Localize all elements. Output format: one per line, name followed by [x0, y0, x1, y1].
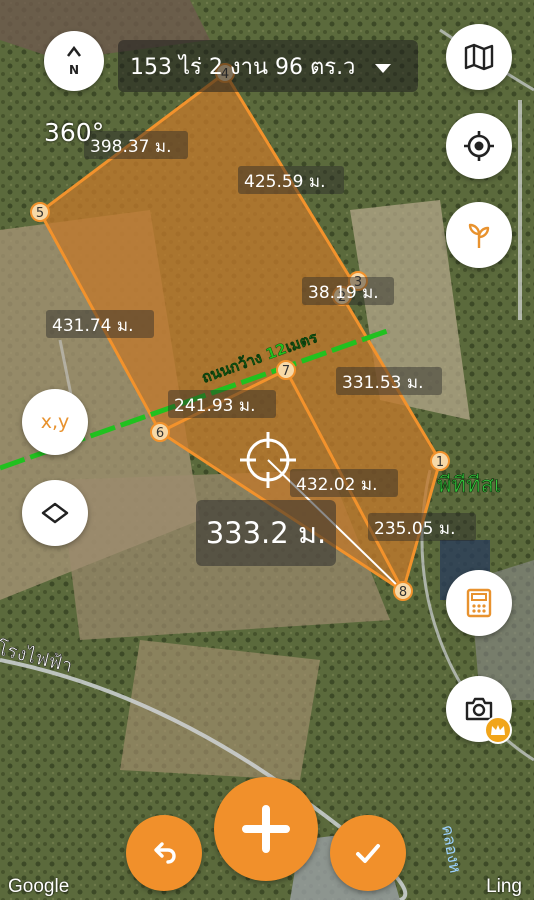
svg-text:5: 5 — [36, 206, 44, 221]
svg-text:38.19 ม.: 38.19 ม. — [308, 283, 379, 303]
vertex-6[interactable]: 6 — [150, 422, 170, 442]
undo-icon — [154, 842, 176, 864]
my-location-button[interactable] — [446, 113, 512, 179]
svg-text:331.53 ม.: 331.53 ม. — [342, 373, 424, 393]
segment-label: 235.05 ม. — [368, 513, 476, 541]
svg-text:6: 6 — [156, 426, 164, 441]
location-target-icon — [464, 131, 494, 161]
vertex-8[interactable]: 8 — [393, 581, 413, 601]
coordinates-button[interactable]: x,y — [22, 389, 88, 455]
segment-label: 331.53 ม. — [336, 367, 442, 395]
undo-button[interactable] — [126, 815, 202, 891]
calculator-button[interactable] — [446, 570, 512, 636]
compass-button[interactable]: N — [44, 31, 104, 91]
segment-label: 432.02 ม. — [290, 469, 398, 497]
ling-logo: Ling — [486, 876, 522, 897]
plus-icon — [242, 805, 290, 853]
map-layers-button[interactable] — [446, 24, 512, 90]
measurement-readout: 333.2 ม. — [196, 500, 336, 566]
plant-button[interactable] — [446, 202, 512, 268]
place-label-ptt: พีทีทีสเ — [437, 473, 501, 498]
svg-text:432.02 ม.: 432.02 ม. — [296, 475, 378, 495]
chevron-down-icon — [375, 63, 392, 73]
vertex-7[interactable]: 7 — [276, 360, 296, 380]
vertex-5[interactable]: 5 — [30, 202, 50, 222]
confirm-button[interactable] — [330, 815, 406, 891]
svg-text:1: 1 — [436, 455, 444, 470]
map-icon — [464, 43, 494, 71]
svg-text:235.05 ม.: 235.05 ม. — [374, 519, 456, 539]
svg-text:7: 7 — [282, 364, 290, 379]
google-logo: Google — [8, 876, 70, 897]
area-label: 153 ไร่ 2 งาน 96 ตร.ว — [130, 54, 356, 80]
area-selector[interactable]: 153 ไร่ 2 งาน 96 ตร.ว — [118, 40, 418, 92]
north-label: N — [68, 63, 80, 77]
crown-icon — [484, 716, 512, 744]
svg-text:431.74 ม.: 431.74 ม. — [52, 316, 134, 336]
coordinates-icon: x,y — [40, 411, 70, 433]
segment-label: 38.19 ม. — [302, 277, 394, 305]
calculator-icon — [466, 588, 492, 618]
segment-label: 425.59 ม. — [238, 166, 344, 194]
shape-button[interactable] — [22, 480, 88, 546]
diamond-shape-icon — [41, 502, 69, 524]
segment-label: 241.93 ม. — [168, 390, 276, 418]
vertex-1[interactable]: 1 — [430, 451, 450, 471]
svg-text:425.59 ม.: 425.59 ม. — [244, 172, 326, 192]
segment-label: 431.74 ม. — [46, 310, 154, 338]
compass-icon: N — [66, 46, 82, 76]
rotation-label: 360° — [44, 118, 105, 147]
plant-icon — [468, 223, 490, 248]
check-icon — [356, 844, 380, 863]
svg-text:8: 8 — [399, 585, 407, 600]
svg-text:241.93 ม.: 241.93 ม. — [174, 396, 256, 416]
add-point-button[interactable] — [214, 777, 318, 881]
